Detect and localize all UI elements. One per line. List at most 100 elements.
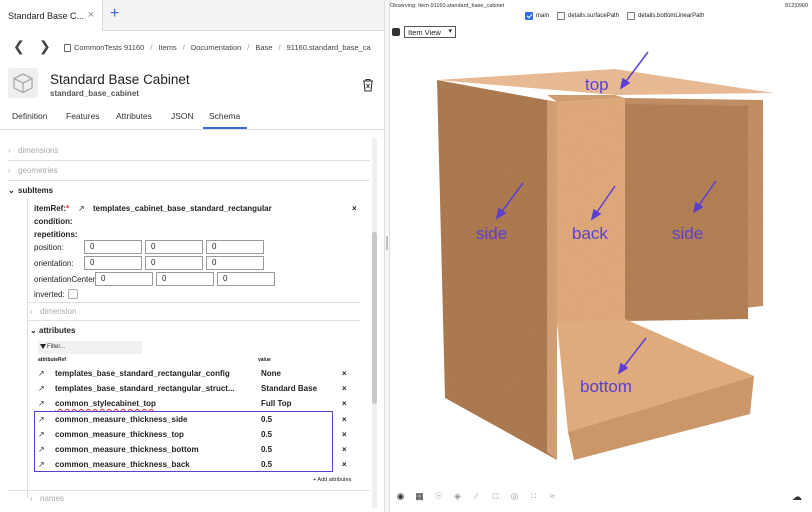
inverted-checkbox[interactable] [68,289,78,299]
tab-attributes[interactable]: Attributes [116,111,152,121]
checkbox-main[interactable]: main [525,12,549,20]
splitter-grip[interactable] [386,236,388,250]
attribute-name[interactable]: templates_base_standard_rectangular_stru… [55,384,235,393]
viewer-toolbar: ◉ ▦ ☉ ◈ ∕ □ ◎ ∷ ≈ [396,492,557,501]
divider [8,160,370,161]
section-geometries[interactable]: › geometries [8,166,58,175]
orientation-z-input[interactable]: 0 [206,256,264,270]
checkbox-bottom-linear-path[interactable]: details.bottomLinearPath [627,12,704,20]
frame-icon[interactable]: □ [491,492,500,501]
section-label: names [40,494,65,503]
section-tabs: Definition Features Attributes JSON Sche… [0,108,384,130]
remove-button[interactable]: × [352,204,357,213]
section-attributes[interactable]: ⌄ attributes [30,326,75,335]
table-row: ↗ templates_base_standard_rectangular_co… [38,367,354,382]
item-header: Standard Base Cabinet standard_base_cabi… [0,66,384,106]
cabinet-left-side-edge [547,100,557,460]
remove-attribute-button[interactable]: × [342,415,347,424]
dots-grid-icon[interactable]: ∷ [529,492,538,501]
cabinet-left-side-panel [437,80,557,460]
cloud-download-icon[interactable]: ☁ [792,492,802,503]
target-icon[interactable]: ◎ [510,492,519,501]
chevron-right-icon: › [8,166,11,175]
external-link-icon[interactable]: ↗ [78,204,85,213]
section-label: dimension [40,307,77,316]
inverted-label: inverted: [34,290,65,299]
divider [27,320,360,321]
browser-tab-bar: Standard Base C... × + [0,0,384,31]
divider [27,302,360,303]
position-y-input[interactable]: 0 [145,240,203,254]
orientation-center-y-input[interactable]: 0 [156,272,214,286]
remove-attribute-button[interactable]: × [342,399,347,408]
chevron-down-icon: ▾ [448,28,452,35]
filter-input[interactable]: Filter... [38,341,142,354]
external-link-icon[interactable]: ↗ [38,369,45,378]
tab-schema[interactable]: Schema [209,111,240,121]
tab-json[interactable]: JSON [171,111,194,121]
breadcrumb-item[interactable]: Base [255,43,272,52]
tab-features[interactable]: Features [66,111,100,121]
external-link-icon[interactable]: ↗ [38,399,45,408]
section-dimensions[interactable]: › dimensions [8,146,58,155]
breadcrumb-item[interactable]: Items [158,43,176,52]
breadcrumb-item[interactable]: Documentation [191,43,241,52]
chevron-down-icon: ⌄ [30,326,37,335]
brush-icon[interactable]: ∕ [472,492,481,501]
annotation-side-left: side [476,224,507,243]
add-attributes-button[interactable]: + Add attributes [313,477,351,483]
nav-row: ❮ ❯ CommonTests 91160 / Items / Document… [0,34,384,62]
attribute-name[interactable]: common_stylecabinet_top [55,399,156,408]
remove-attribute-button[interactable]: × [342,430,347,439]
compass-icon[interactable]: ☉ [434,492,443,501]
remove-attribute-button[interactable]: × [342,445,347,454]
attribute-name[interactable]: templates_base_standard_rectangular_conf… [55,369,230,378]
orientation-center-x-input[interactable]: 0 [95,272,153,286]
position-z-input[interactable]: 0 [206,240,264,254]
annotation-side-right: side [672,224,703,243]
trash-icon[interactable] [362,78,374,92]
attribute-value[interactable]: Full Top [261,399,292,408]
section-dimension[interactable]: › dimension [30,307,76,316]
column-header-value: value [258,357,271,363]
close-tab-icon[interactable]: × [88,9,94,21]
remove-attribute-button[interactable]: × [342,460,347,469]
browser-tab[interactable]: Standard Base C... × [0,0,103,31]
remove-attribute-button[interactable]: × [342,384,347,393]
viewer-size-readout: 812|0960 [785,3,808,9]
external-link-icon[interactable]: ↗ [38,384,45,393]
section-subitems[interactable]: ⌄ subItems [8,186,53,195]
remove-attribute-button[interactable]: × [342,369,347,378]
path-icon[interactable]: ≈ [548,492,557,501]
grid-icon[interactable]: ▦ [415,492,424,501]
orientation-x-input[interactable]: 0 [84,256,142,270]
document-icon [64,44,71,53]
palette-icon[interactable]: ◉ [396,492,405,501]
checkbox-checked-icon [525,12,533,20]
position-x-input[interactable]: 0 [84,240,142,254]
3d-viewport[interactable]: top side back side bottom [390,40,812,485]
section-label: subItems [18,186,54,195]
view-select[interactable]: Item View ▾ [404,26,456,38]
section-names[interactable]: › names [30,494,64,503]
orientation-center-label: orientationCenter: [34,275,96,284]
orientation-label: orientation: [34,259,74,268]
back-arrow-icon[interactable]: ❮ [13,38,25,55]
attribute-value[interactable]: Standard Base [261,384,317,393]
checkbox-label: details.bottomLinearPath [638,13,705,19]
new-tab-icon[interactable]: + [110,5,119,23]
orientation-y-input[interactable]: 0 [145,256,203,270]
filter-placeholder: Filter... [47,344,66,350]
divider [8,490,370,491]
tab-definition[interactable]: Definition [12,111,47,121]
forward-arrow-icon[interactable]: ❯ [39,38,51,55]
chevron-right-icon: › [30,307,33,316]
scrollbar-thumb[interactable] [372,232,377,404]
breadcrumb-item[interactable]: CommonTests 91160 [64,43,144,53]
cube-icon[interactable]: ◈ [453,492,462,501]
attribute-value[interactable]: None [261,369,281,378]
breadcrumb-item[interactable]: 91160.standard_base_ca [287,43,371,52]
itemref-value[interactable]: templates_cabinet_base_standard_rectangu… [93,204,272,213]
checkbox-surface-path[interactable]: details.surfacePath [557,12,619,20]
orientation-center-z-input[interactable]: 0 [217,272,275,286]
